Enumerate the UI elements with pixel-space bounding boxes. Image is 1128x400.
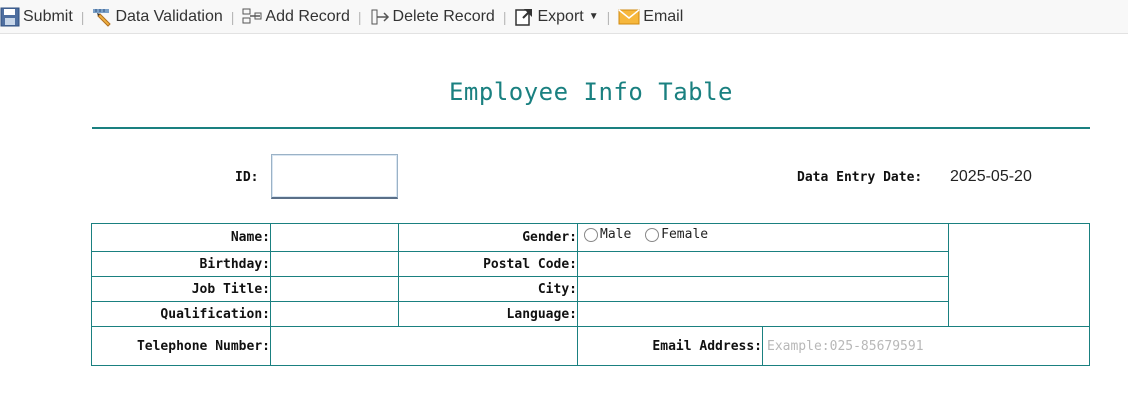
gender-female-radio[interactable]	[645, 227, 660, 242]
language-input[interactable]	[578, 306, 948, 322]
job-title-label: Job Title:	[91, 276, 271, 302]
photo-cell[interactable]	[948, 223, 1090, 327]
chevron-down-icon: ▼	[588, 11, 599, 22]
email-address-cell	[762, 326, 1090, 366]
qualification-label: Qualification:	[91, 301, 271, 327]
postal-code-cell	[577, 251, 949, 277]
entry-date-value: 2025-05-20	[950, 168, 1032, 185]
ruler-pencil-icon	[93, 8, 112, 27]
birthday-label: Birthday:	[91, 251, 271, 277]
employee-form-table: Name: Gender: Male Female Birthday: Post…	[91, 223, 1090, 366]
gender-male-radio[interactable]	[584, 227, 598, 242]
id-label: ID:	[235, 170, 259, 185]
city-input[interactable]	[578, 281, 948, 297]
email-button[interactable]: Email	[618, 0, 683, 34]
toolbar: Submit | Data Validation | Add Record |	[0, 0, 1128, 34]
gender-label: Gender:	[398, 223, 578, 252]
form-row: Qualification: Language:	[91, 301, 1090, 327]
city-label: City:	[398, 276, 578, 302]
name-input[interactable]	[271, 230, 398, 245]
add-record-label: Add Record	[265, 7, 350, 25]
page-title: Employee Info Table	[448, 78, 734, 106]
gender-male-label: Male	[600, 227, 632, 242]
envelope-icon	[618, 8, 640, 24]
birthday-input[interactable]	[271, 256, 398, 272]
email-address-input[interactable]	[763, 338, 1089, 354]
export-label: Export	[537, 7, 584, 25]
job-title-cell	[270, 276, 399, 302]
gender-cell: Male Female	[577, 223, 949, 252]
email-address-label: Email Address:	[577, 326, 763, 366]
add-record-button[interactable]: Add Record	[242, 0, 350, 34]
form-row: Birthday: Postal Code:	[91, 251, 1090, 277]
title-divider	[92, 127, 1090, 129]
toolbar-separator: |	[606, 8, 611, 25]
form-row: Telephone Number: Email Address:	[91, 326, 1090, 366]
form-row: Name: Gender: Male Female	[91, 223, 1090, 327]
postal-code-label: Postal Code:	[398, 251, 578, 277]
job-title-input[interactable]	[271, 281, 398, 297]
id-input[interactable]	[271, 154, 398, 199]
submit-button[interactable]: Submit	[0, 0, 73, 34]
toolbar-separator: |	[80, 8, 85, 25]
export-icon	[515, 8, 533, 26]
floppy-disk-icon	[0, 7, 20, 26]
telephone-label: Telephone Number:	[91, 326, 271, 366]
toolbar-separator: |	[230, 8, 235, 25]
gender-female-label: Female	[661, 227, 709, 242]
data-validation-button[interactable]: Data Validation	[92, 0, 223, 34]
delete-record-button[interactable]: Delete Record	[370, 0, 495, 34]
entry-date-label: Data Entry Date:	[797, 170, 923, 185]
email-label: Email	[643, 7, 684, 25]
delete-record-label: Delete Record	[392, 7, 495, 25]
telephone-cell	[270, 326, 578, 366]
name-label: Name:	[91, 223, 271, 252]
submit-label: Submit	[23, 7, 73, 25]
export-dropdown[interactable]: Export ▼	[514, 0, 599, 34]
add-record-icon	[242, 8, 262, 23]
language-label: Language:	[398, 301, 578, 327]
postal-code-input[interactable]	[578, 256, 948, 272]
data-validation-label: Data Validation	[115, 7, 223, 25]
city-cell	[577, 276, 949, 302]
delete-record-icon	[371, 9, 389, 24]
birthday-cell	[270, 251, 399, 277]
form-row: Job Title: City:	[91, 276, 1090, 302]
qualification-cell	[270, 301, 399, 327]
name-cell	[270, 223, 399, 252]
qualification-input[interactable]	[271, 306, 398, 322]
toolbar-separator: |	[502, 8, 507, 25]
toolbar-separator: |	[357, 8, 362, 25]
language-cell	[577, 301, 949, 327]
telephone-input[interactable]	[271, 338, 577, 354]
